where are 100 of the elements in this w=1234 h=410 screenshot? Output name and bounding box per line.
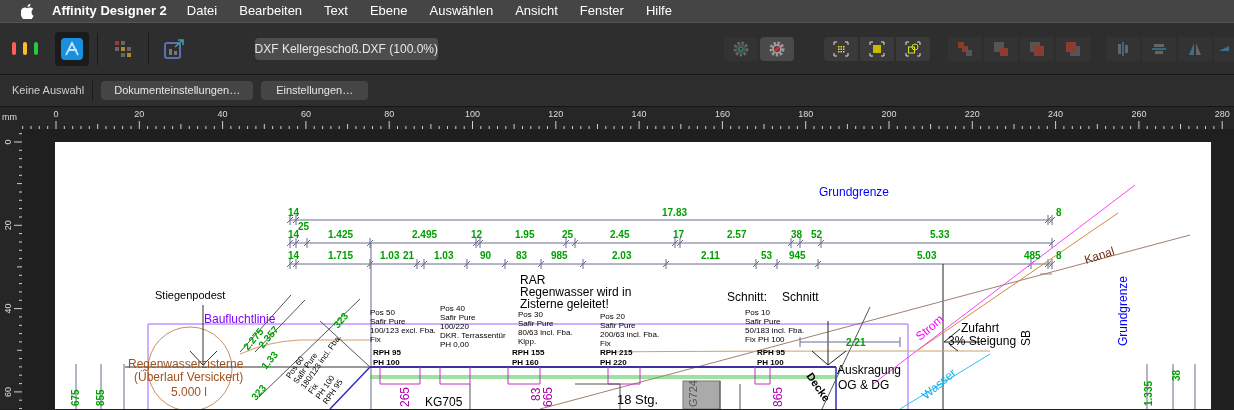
plan-label: 675 — [70, 389, 81, 406]
arrange-button[interactable] — [948, 36, 982, 61]
select-all-button[interactable] — [824, 36, 858, 61]
plan-label: PH 100 — [757, 358, 784, 367]
export-icon — [162, 37, 185, 60]
align-button[interactable] — [1142, 36, 1176, 61]
plan-label: PH 100 — [373, 358, 400, 367]
ruler-label: 240 — [1048, 109, 1064, 119]
snapping-button[interactable] — [724, 36, 758, 61]
ruler-label: 0 — [53, 109, 59, 119]
plan-label: 865 — [771, 386, 785, 407]
flip-button[interactable] — [1214, 36, 1234, 61]
plan-label: Schnitt — [782, 290, 819, 304]
plan-label: G724 — [687, 380, 699, 407]
select-dense-button[interactable] — [860, 36, 894, 61]
plan-label: Zufahrt — [961, 321, 999, 335]
menu-item[interactable]: Text — [324, 1, 348, 21]
align-button[interactable] — [1106, 36, 1140, 61]
plan-label: 1.425 — [328, 229, 354, 240]
document-title-button[interactable]: DXF Kellergeschoß.DXF (100.0%) — [254, 37, 438, 60]
stacked-squares-icon — [1065, 40, 1081, 57]
plan-label: 17.83 — [662, 207, 688, 218]
ruler-label: 260 — [1131, 109, 1147, 119]
gear-icon — [732, 39, 750, 58]
snapping-button[interactable] — [760, 36, 794, 61]
apple-logo-icon[interactable] — [21, 3, 34, 19]
plan-label: OG & DG — [838, 378, 890, 392]
minimize-window-button[interactable] — [22, 42, 27, 55]
plan-label: 14 — [288, 250, 300, 261]
app-logo-icon — [60, 37, 83, 60]
app-name[interactable]: Affinity Designer 2 — [52, 1, 167, 21]
plan-label: 25 — [298, 221, 310, 232]
plan-label: 5.33 — [930, 229, 950, 240]
plan-label: RPH 95 — [757, 348, 785, 357]
zoom-window-button[interactable] — [33, 42, 38, 55]
plan-label: 1.03 — [434, 250, 454, 261]
plan-label: RPH 155 — [512, 348, 545, 357]
plan-label: 38 — [1171, 369, 1182, 381]
stacked-squares-icon — [957, 40, 973, 57]
plan-label: 8 — [1056, 207, 1062, 218]
menu-item[interactable]: Hilfe — [645, 1, 672, 21]
plan-label: 485 — [1024, 250, 1041, 261]
plan-label: RAR — [520, 273, 546, 287]
plan-label: Auskragung — [837, 363, 902, 377]
ruler-label: 20 — [134, 109, 145, 119]
plan-label: RPH 95 — [373, 348, 401, 357]
plan-label: Grundgrenze — [819, 185, 890, 199]
persona-button[interactable] — [54, 31, 89, 66]
plan-label: 2.495 — [412, 229, 438, 240]
gear-icon — [768, 39, 786, 58]
menu-item[interactable]: Ansicht — [515, 1, 558, 21]
plan-label: 3% Steigung — [948, 334, 1017, 348]
plan-label: 83 — [516, 250, 528, 261]
plan-label: KG705 — [425, 395, 463, 409]
arrange-button[interactable] — [984, 36, 1018, 61]
dense-grid-icon — [869, 40, 885, 57]
plan-label: 83 — [529, 387, 543, 401]
ruler-label: 180 — [798, 109, 814, 119]
plan-label: 14 — [288, 229, 300, 240]
plan-label: (Überlauf Versickert) — [134, 370, 244, 384]
plan-label: 12 — [471, 229, 483, 240]
plan-label: PH 220 — [600, 358, 627, 367]
flip-button[interactable] — [1178, 36, 1212, 61]
ruler-label: 100 — [465, 109, 480, 119]
plan-label: 53 — [761, 250, 773, 261]
ruler-label: 120 — [548, 109, 564, 119]
plan-label: 323 — [331, 310, 351, 331]
settings-button[interactable]: Dokumenteinstellungen… — [101, 81, 254, 100]
arrange-button[interactable] — [1056, 36, 1090, 61]
ruler-label: 200 — [881, 109, 897, 119]
plan-label: 90 — [480, 250, 492, 261]
stacked-squares-icon — [993, 40, 1009, 57]
ruler-label: 20 — [3, 220, 13, 231]
settings-button[interactable]: Einstellungen… — [261, 81, 369, 100]
plan-label: 5.03 — [917, 250, 937, 261]
menu-item[interactable]: Bearbeiten — [239, 1, 303, 21]
ruler-label: 60 — [300, 109, 311, 119]
ruler-label: 40 — [3, 303, 13, 314]
plan-label: 18 Stg. — [617, 392, 659, 407]
overlapping-shapes-icon — [905, 40, 921, 57]
ruler-label: 40 — [217, 109, 228, 119]
stacked-squares-icon — [1029, 40, 1045, 57]
plan-label: 265 — [398, 386, 412, 407]
window-note: Pos 50 Safir Pure 100/123 excl. Fba. Fix — [370, 308, 436, 344]
window-note: Pos 20 Safir Pure 200/63 incl. Fba. Fix — [600, 312, 660, 348]
plan-label: 14 — [288, 207, 300, 218]
menu-item[interactable]: Fenster — [579, 1, 624, 21]
menu-item[interactable]: Auswählen — [429, 1, 494, 21]
menu-item[interactable]: Datei — [186, 1, 218, 21]
select-overlap-button[interactable] — [896, 36, 930, 61]
ruler-label: 280 — [1214, 109, 1230, 119]
selection-grid-icon — [833, 40, 849, 57]
ruler-unit: mm — [2, 111, 17, 124]
close-window-button[interactable] — [12, 42, 16, 55]
plan-label: 2.21 — [846, 337, 866, 348]
plan-label: Kanal — [1082, 244, 1117, 267]
plan-label: 985 — [551, 250, 568, 261]
arrange-button[interactable] — [1020, 36, 1054, 61]
menu-item[interactable]: Ebene — [369, 1, 408, 21]
selection-status: Keine Auswahl — [12, 83, 85, 99]
